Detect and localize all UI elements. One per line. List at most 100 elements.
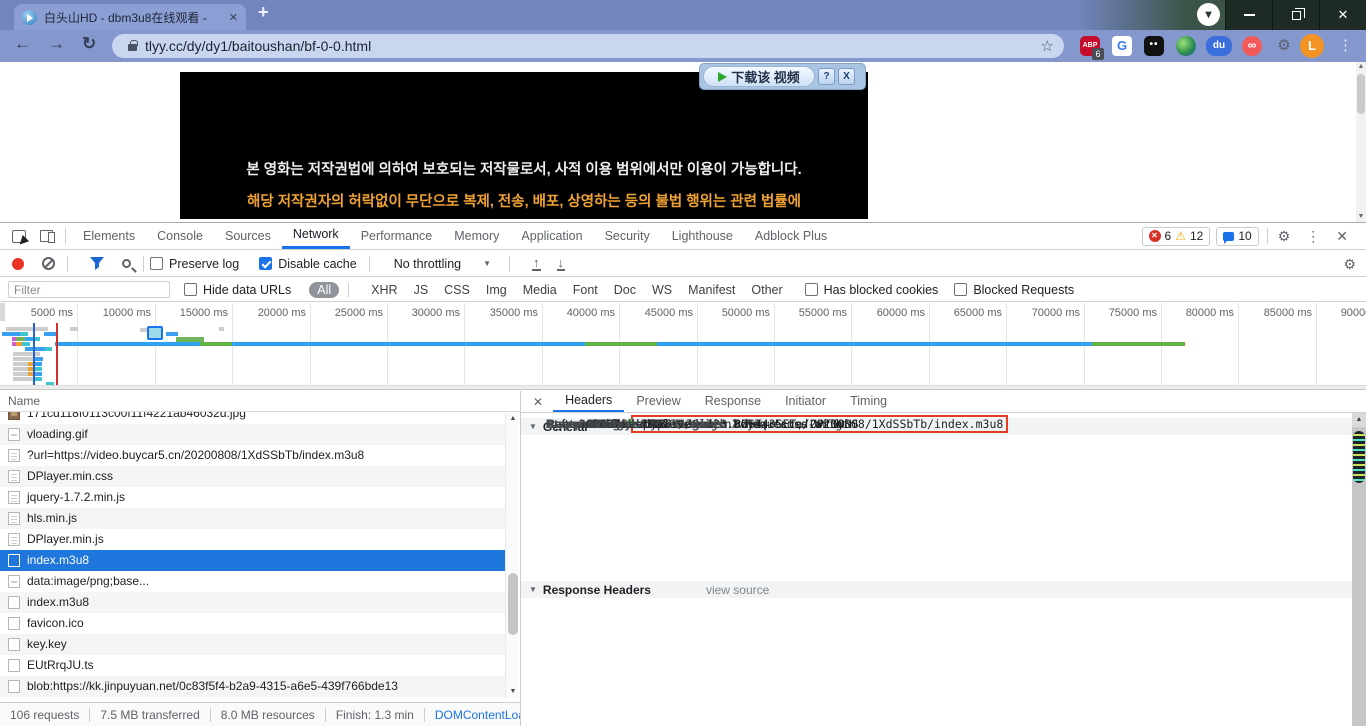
response-headers-section-header[interactable]: ▼ Response Headers view source: [521, 581, 1352, 598]
refresh-button[interactable]: ↻: [82, 34, 96, 54]
throttling-select[interactable]: No throttling: [394, 257, 461, 271]
table-row[interactable]: index.m3u8: [0, 592, 505, 613]
disable-cache-checkbox[interactable]: [259, 257, 272, 270]
table-row[interactable]: favicon.ico: [0, 613, 505, 634]
video-player[interactable]: 본 영화는 저작권법에 의하여 보호되는 저작물로서, 사적 이용 범위에서만 …: [180, 72, 868, 219]
resource-type-filter[interactable]: XHR: [371, 283, 397, 297]
export-har-icon[interactable]: ↓: [557, 257, 566, 271]
resource-type-filter[interactable]: All: [309, 282, 339, 298]
profile-avatar[interactable]: L: [1300, 34, 1324, 58]
restore-button[interactable]: [1272, 0, 1319, 30]
table-row[interactable]: DPlayer.min.js: [0, 529, 505, 550]
resource-type-filter[interactable]: Media: [523, 283, 557, 297]
blackbox-extension-icon[interactable]: ••: [1144, 36, 1164, 56]
scroll-down-icon[interactable]: ▼: [506, 686, 520, 698]
address-bar[interactable]: tlyy.cc/dy/dy1/baitoushan/bf-0-0.html ☆: [112, 34, 1064, 58]
devtools-tab[interactable]: Sources: [214, 223, 282, 249]
table-row[interactable]: blob:https://kk.jinpuyuan.net/0c83f5f4-b…: [0, 676, 505, 697]
table-row[interactable]: key.key: [0, 634, 505, 655]
table-row[interactable]: index.m3u8: [0, 550, 505, 571]
devtools-tab[interactable]: Lighthouse: [661, 223, 744, 249]
devtools-close-icon[interactable]: ✕: [1336, 228, 1348, 245]
scroll-up-icon[interactable]: ▲: [1352, 413, 1366, 427]
blocked-requests-checkbox[interactable]: [954, 283, 967, 296]
has-blocked-cookies-checkbox[interactable]: [805, 283, 818, 296]
filter-input[interactable]: [8, 281, 170, 298]
bookmark-star-icon[interactable]: ☆: [1041, 37, 1054, 55]
details-tab[interactable]: Preview: [624, 391, 692, 412]
clear-button[interactable]: [42, 257, 55, 270]
back-button[interactable]: ←: [14, 34, 31, 54]
baidu-extension-icon[interactable]: du: [1206, 36, 1232, 56]
network-overview[interactable]: 5000 ms10000 ms15000 ms20000 ms25000 ms3…: [0, 303, 1366, 390]
details-tab[interactable]: Timing: [838, 391, 899, 412]
devtools-menu-icon[interactable]: ⋮: [1306, 228, 1320, 245]
devtools-tab[interactable]: Adblock Plus: [744, 223, 838, 249]
new-tab-button[interactable]: +: [258, 2, 269, 23]
page-scrollbar[interactable]: ▲ ▼: [1356, 62, 1366, 222]
import-har-icon[interactable]: ↑: [532, 257, 541, 271]
scroll-thumb[interactable]: [1353, 431, 1365, 483]
console-errors-badge[interactable]: ✕ 6 ⚠ 12: [1142, 227, 1211, 246]
devtools-tab[interactable]: Console: [146, 223, 214, 249]
devtools-tab[interactable]: Application: [510, 223, 593, 249]
table-row[interactable]: ?url=https://video.buycar5.cn/20200808/1…: [0, 445, 505, 466]
tab-close-icon[interactable]: ✕: [229, 11, 238, 24]
column-header-name[interactable]: Name: [0, 391, 520, 412]
scroll-thumb[interactable]: [1357, 74, 1365, 114]
resource-type-filter[interactable]: Img: [486, 283, 507, 297]
download-close-button[interactable]: X: [838, 68, 855, 85]
idm-extension-icon[interactable]: [1176, 36, 1196, 56]
network-settings-icon[interactable]: ⚙: [1343, 256, 1356, 273]
devtools-tab[interactable]: Network: [282, 223, 350, 249]
scroll-down-icon[interactable]: ▼: [1356, 212, 1366, 222]
preserve-log-checkbox[interactable]: [150, 257, 163, 270]
details-scrollbar[interactable]: ▲: [1352, 413, 1366, 726]
window-close-button[interactable]: ✕: [1319, 0, 1366, 30]
table-row[interactable]: vloading.gif: [0, 424, 505, 445]
browser-tab[interactable]: 白头山HD - dbm3u8在线观看 - ✕: [14, 4, 246, 30]
details-close-icon[interactable]: ✕: [533, 395, 543, 409]
extensions-puzzle-icon[interactable]: ⚙: [1274, 36, 1294, 56]
resource-type-filter[interactable]: CSS: [444, 283, 470, 297]
resource-type-filter[interactable]: Other: [751, 283, 782, 297]
details-tab[interactable]: Headers: [553, 391, 624, 412]
table-row[interactable]: hls.min.js: [0, 508, 505, 529]
devtools-tab[interactable]: Performance: [350, 223, 444, 249]
browser-menu-icon[interactable]: ⋮: [1338, 36, 1350, 56]
requests-scrollbar[interactable]: ▲ ▼: [505, 413, 519, 698]
devtools-tab[interactable]: Security: [594, 223, 661, 249]
devtools-tab[interactable]: Memory: [443, 223, 510, 249]
resource-type-filter[interactable]: JS: [414, 283, 429, 297]
resource-type-filter[interactable]: Manifest: [688, 283, 735, 297]
scroll-up-icon[interactable]: ▲: [506, 413, 520, 425]
devtools-tab[interactable]: Elements: [72, 223, 146, 249]
translate-extension-icon[interactable]: G: [1112, 36, 1132, 56]
resource-type-filter[interactable]: Doc: [614, 283, 636, 297]
device-toolbar-icon[interactable]: [40, 230, 53, 242]
download-help-button[interactable]: ?: [818, 68, 835, 85]
devtools-settings-icon[interactable]: ⚙: [1278, 228, 1291, 245]
minimize-button[interactable]: [1225, 0, 1272, 30]
forward-button[interactable]: →: [48, 34, 65, 54]
issues-badge[interactable]: 10: [1216, 227, 1258, 246]
table-row[interactable]: jquery-1.7.2.min.js: [0, 487, 505, 508]
url-text[interactable]: tlyy.cc/dy/dy1/baitoushan/bf-0-0.html: [145, 38, 371, 54]
resource-type-filter[interactable]: WS: [652, 283, 672, 297]
adblock-extension-icon[interactable]: ABP6: [1080, 36, 1100, 56]
scroll-up-icon[interactable]: ▲: [1356, 62, 1366, 72]
media-control-icon[interactable]: ▾: [1197, 3, 1220, 26]
hide-data-urls-checkbox[interactable]: [184, 283, 197, 296]
table-row[interactable]: EUtRrqJU.ts: [0, 655, 505, 676]
download-video-button[interactable]: 下载该 视频: [703, 66, 815, 87]
record-button[interactable]: [12, 258, 24, 270]
inspect-element-icon[interactable]: [12, 230, 26, 243]
details-tab[interactable]: Initiator: [773, 391, 838, 412]
table-row[interactable]: DPlayer.min.css: [0, 466, 505, 487]
resource-type-filter[interactable]: Font: [573, 283, 598, 297]
view-source-link[interactable]: view source: [706, 583, 769, 597]
details-tab[interactable]: Response: [693, 391, 773, 412]
filter-funnel-icon[interactable]: [90, 257, 104, 270]
scroll-thumb[interactable]: [508, 573, 518, 635]
network-search-icon[interactable]: [122, 259, 131, 268]
